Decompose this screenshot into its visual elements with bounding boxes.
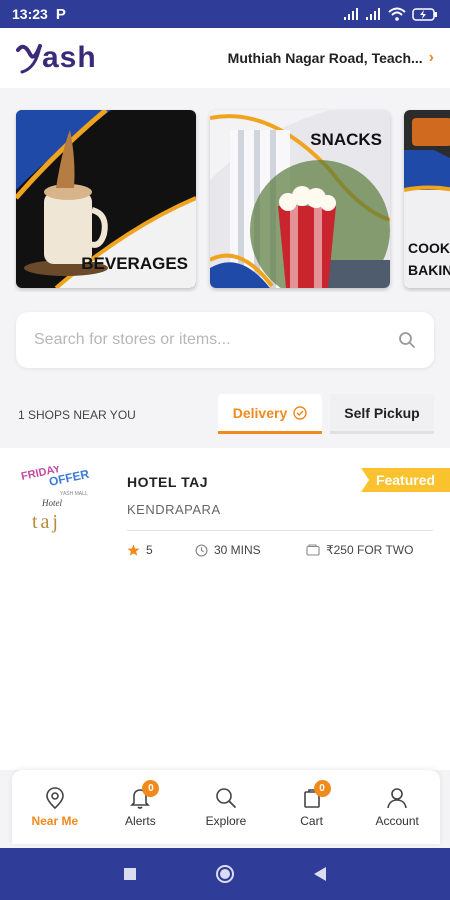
time-value: 30 MINS — [214, 543, 261, 557]
signal-icon — [344, 8, 358, 20]
nav-cart[interactable]: 0 Cart — [269, 770, 355, 844]
shops-filter-row: 1 SHOPS NEAR YOU Delivery Self Pickup — [0, 394, 450, 436]
shop-location: KENDRAPARA — [127, 502, 221, 517]
nav-label: Account — [375, 814, 419, 828]
wallet-icon — [306, 544, 320, 556]
search-icon — [216, 788, 236, 808]
shop-name: HOTEL TAJ — [127, 474, 208, 490]
banner-beverages[interactable]: BEVERAGES — [16, 110, 196, 288]
status-time: 13:23 — [12, 6, 48, 22]
banner-cooking-baking[interactable]: COOKIN BAKING — [404, 110, 450, 288]
search-input[interactable] — [34, 331, 398, 349]
tab-pickup-label: Self Pickup — [344, 404, 420, 421]
nav-explore[interactable]: Explore — [183, 770, 269, 844]
shop-price: ₹250 FOR TWO — [306, 543, 413, 557]
star-icon — [127, 544, 140, 556]
bottom-navigation: Near Me 0 Alerts Explore 0 Cart Account — [12, 770, 440, 844]
nav-near-me[interactable]: Near Me — [12, 770, 98, 844]
signal-icon-2 — [366, 8, 380, 20]
shop-logo-image: FRIDAY OFFER YASH MALL Hotel taj — [20, 466, 104, 540]
check-circle-icon — [293, 405, 307, 420]
price-value: ₹250 FOR TWO — [326, 543, 414, 557]
alerts-badge: 0 — [142, 780, 160, 797]
rating-value: 5 — [146, 543, 153, 557]
tab-delivery-label: Delivery — [232, 404, 288, 421]
cart-badge: 0 — [313, 780, 331, 797]
search-icon[interactable] — [398, 331, 416, 349]
search-bar[interactable] — [16, 312, 434, 368]
shop-rating: 5 — [127, 543, 153, 557]
tab-delivery[interactable]: Delivery — [218, 394, 322, 434]
shops-count: 1 SHOPS NEAR YOU — [18, 408, 136, 422]
battery-icon — [412, 7, 437, 21]
recents-square-icon[interactable] — [123, 867, 137, 881]
shop-list: FRIDAY OFFER YASH MALL Hotel taj HOTEL T… — [0, 448, 450, 770]
logo-taj-text: taj — [32, 511, 61, 533]
shop-delivery-time: 30 MINS — [195, 543, 261, 557]
divider — [127, 530, 433, 531]
banner-label: SNACKS — [310, 130, 382, 149]
status-bar: 13:23 P — [0, 0, 450, 28]
nav-alerts[interactable]: 0 Alerts — [98, 770, 184, 844]
clock-icon — [195, 543, 208, 557]
app-header: ash Muthiah Nagar Road, Teach... › — [0, 28, 450, 88]
map-pin-icon — [45, 787, 64, 810]
banner-label-line1: COOKIN — [408, 240, 450, 256]
location-label: Muthiah Nagar Road, Teach... — [227, 50, 423, 66]
category-carousel[interactable]: BEVERAGES SNACKS COOKIN — [14, 108, 450, 292]
chevron-right-icon: › — [428, 49, 434, 66]
location-selector[interactable]: Muthiah Nagar Road, Teach... › — [228, 49, 434, 67]
user-icon — [387, 788, 407, 809]
notification-p-icon: P — [55, 5, 66, 23]
tab-self-pickup[interactable]: Self Pickup — [330, 394, 434, 434]
home-circle-icon[interactable] — [215, 864, 235, 884]
system-nav-bar — [0, 848, 450, 900]
nav-account[interactable]: Account — [354, 770, 440, 844]
nav-label: Explore — [205, 814, 247, 828]
banner-label-line2: BAKING — [408, 262, 450, 278]
logo-text: ash — [42, 41, 97, 74]
wifi-icon — [388, 7, 406, 21]
banner-snacks[interactable]: SNACKS — [210, 110, 390, 288]
featured-label: Featured — [375, 472, 436, 488]
back-triangle-icon[interactable] — [313, 866, 327, 882]
nav-label: Alerts — [125, 814, 156, 828]
logo-hotel-text: Hotel — [41, 498, 62, 508]
logo-mall-text: YASH MALL — [60, 491, 88, 497]
yash-logo[interactable]: ash — [16, 40, 97, 76]
featured-badge: Featured — [361, 468, 450, 492]
banner-label: BEVERAGES — [81, 254, 188, 273]
nav-label: Near Me — [31, 814, 79, 828]
list-item[interactable]: FRIDAY OFFER YASH MALL Hotel taj HOTEL T… — [0, 448, 450, 568]
status-icons — [344, 7, 438, 21]
nav-label: Cart — [300, 814, 323, 828]
